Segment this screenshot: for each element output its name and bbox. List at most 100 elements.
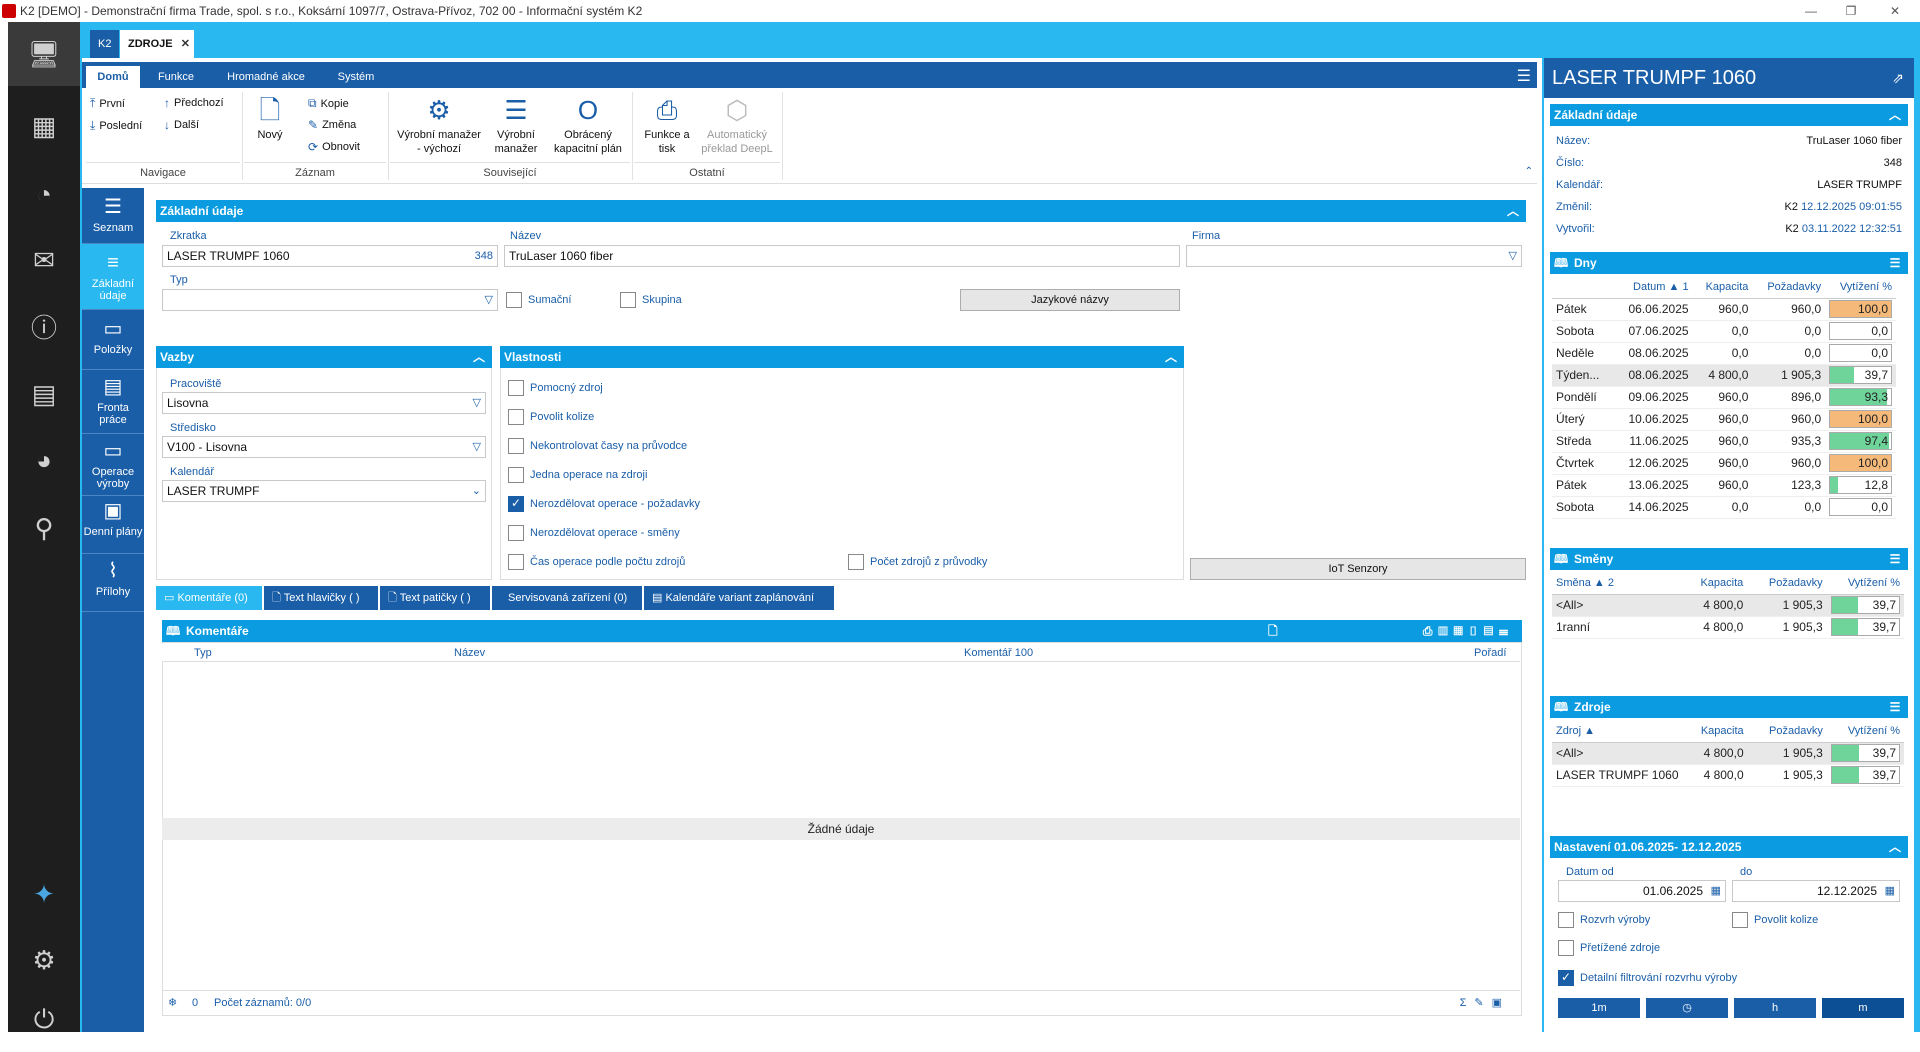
table-row[interactable]: Pátek 06.06.2025 960,0 960,0 100,0 <box>1552 298 1896 321</box>
table-row[interactable]: Pátek 13.06.2025 960,0 123,3 12,8 <box>1552 474 1896 497</box>
column-header[interactable]: Kapacita <box>1682 720 1748 743</box>
ribbon-menu-icon[interactable]: ☰ <box>1517 66 1531 86</box>
copy-button[interactable]: ⧉ Kopie <box>308 96 349 111</box>
range-1m-button[interactable]: 1m <box>1558 998 1640 1018</box>
history-icon[interactable]: ◔ <box>8 162 80 226</box>
column-header[interactable]: Požadavky <box>1752 276 1826 299</box>
tab-footer-text[interactable]: 🗋 Text patičky ( ) <box>380 586 490 610</box>
date-from-field[interactable]: 01.06.2025 ▦ <box>1558 880 1726 902</box>
new-button[interactable]: 🗋 Nový <box>250 94 290 142</box>
range-h-button[interactable]: h <box>1734 998 1816 1018</box>
nav-attachments[interactable]: ⌇ Přílohy <box>82 554 144 612</box>
maximize-button[interactable]: ❐ <box>1836 0 1866 22</box>
collapse-icon[interactable]: ︿ <box>1886 104 1904 126</box>
col-comment[interactable]: Komentář 100 <box>964 644 1033 662</box>
column-header[interactable]: Zdroj ▲ <box>1552 720 1683 743</box>
column-header[interactable]: Směna ▲ 2 <box>1552 572 1682 595</box>
table-row[interactable]: Neděle 08.06.2025 0,0 0,0 0,0 <box>1552 342 1896 365</box>
desktop-icon[interactable]: 🖥 <box>8 22 80 86</box>
language-names-button[interactable]: Jazykové názvy <box>960 289 1180 311</box>
nav-list[interactable]: ☰ Seznam <box>82 188 144 244</box>
minimize-button[interactable]: — <box>1796 0 1826 22</box>
collapse-icon[interactable]: ︿ <box>1886 836 1904 858</box>
production-manager-button[interactable]: ☰ Výrobní manažer <box>486 94 546 156</box>
property-checkbox[interactable] <box>508 380 524 396</box>
nav-work-queue[interactable]: ▤ Fronta práce <box>82 370 144 434</box>
ribbon-tab-functions[interactable]: Funkce <box>146 66 206 88</box>
count-from-order-checkbox[interactable] <box>848 554 864 570</box>
table-row[interactable]: Sobota 14.06.2025 0,0 0,0 0,0 <box>1552 496 1896 519</box>
popout-icon[interactable]: ⇗ <box>1892 58 1904 98</box>
col-order[interactable]: Pořadí <box>1474 644 1506 662</box>
property-checkbox[interactable] <box>508 438 524 454</box>
messages-icon[interactable]: ✉ <box>8 228 80 292</box>
filter-icon[interactable]: ❄ <box>168 991 177 1015</box>
change-button[interactable]: ✎ Změna <box>308 118 356 132</box>
footer-tools-icons[interactable]: Σ✎▣ <box>1460 991 1510 1015</box>
calendar-icon[interactable]: ▤ <box>8 362 80 426</box>
col-type[interactable]: Typ <box>194 644 212 662</box>
table-row[interactable]: Čtvrtek 12.06.2025 960,0 960,0 100,0 <box>1552 452 1896 475</box>
center-select[interactable]: V100 - Lisovna ▽ <box>162 436 486 458</box>
table-row[interactable]: <All> 4 800,0 1 905,3 39,7 <box>1552 594 1904 617</box>
type-select[interactable]: ▽ <box>162 289 498 311</box>
pie-chart-icon[interactable]: ◕ <box>8 428 80 492</box>
name-field[interactable]: TruLaser 1060 fiber <box>504 245 1180 267</box>
info-icon[interactable]: ⓘ <box>8 294 80 358</box>
deepl-translate-button[interactable]: ⬡ Automatický překlad DeepL <box>696 94 778 156</box>
calendar-icon[interactable]: ▦ <box>1885 881 1895 901</box>
table-row[interactable]: LASER TRUMPF 1060 4 800,0 1 905,3 39,7 <box>1552 764 1904 787</box>
tab-serviced-devices[interactable]: Servisovaná zařízení (0) <box>492 586 642 610</box>
clock-button[interactable]: ◷ <box>1646 998 1728 1018</box>
power-icon[interactable]: ⏻ <box>8 988 80 1052</box>
iot-sensors-button[interactable]: IoT Senzory <box>1190 558 1526 580</box>
column-header[interactable] <box>1552 276 1613 299</box>
reverse-capacity-plan-button[interactable]: Ο Obrácený kapacitní plán <box>548 94 628 156</box>
collapse-icon[interactable]: ︿ <box>1504 200 1522 222</box>
apps-grid-icon[interactable]: ▦ <box>8 94 80 158</box>
refresh-button[interactable]: ⟳ Obnovit <box>308 140 360 154</box>
collapse-ribbon-icon[interactable]: ⌃ <box>1525 166 1533 177</box>
property-checkbox[interactable] <box>508 496 524 512</box>
date-to-field[interactable]: 12.12.2025 ▦ <box>1732 880 1900 902</box>
firm-select[interactable]: ▽ <box>1186 245 1522 267</box>
last-button[interactable]: ⤓ Poslední <box>90 118 142 133</box>
nav-operations[interactable]: ▭ Operace výroby <box>82 434 144 496</box>
column-header[interactable]: Datum ▲ 1 <box>1612 276 1693 299</box>
nav-items[interactable]: ▭ Položky <box>82 310 144 370</box>
table-row[interactable]: Pondělí 09.06.2025 960,0 896,0 93,3 <box>1552 386 1896 409</box>
network-icon[interactable]: ⚲ <box>8 496 80 560</box>
ribbon-tab-bulk[interactable]: Hromadné akce <box>216 66 316 88</box>
table-row[interactable]: Středa 11.06.2025 960,0 935,3 97,4 <box>1552 430 1896 453</box>
column-header[interactable]: Vytížení % <box>1825 276 1896 299</box>
table-row[interactable]: <All> 4 800,0 1 905,3 39,7 <box>1552 742 1904 765</box>
table-row[interactable]: Úterý 10.06.2025 960,0 960,0 100,0 <box>1552 408 1896 431</box>
first-button[interactable]: ⤒ První <box>90 96 125 111</box>
next-button[interactable]: ↓ Další <box>164 118 199 132</box>
column-header[interactable]: Kapacita <box>1682 572 1748 595</box>
calendar-select[interactable]: LASER TRUMPF ⌄ <box>162 480 486 502</box>
column-header[interactable]: Požadavky <box>1747 720 1827 743</box>
new-record-icon[interactable]: 🗋 <box>1268 620 1278 642</box>
workplace-select[interactable]: Lisovna ▽ <box>162 392 486 414</box>
close-window-button[interactable]: ✕ <box>1880 0 1910 22</box>
property-checkbox[interactable] <box>508 409 524 425</box>
settings-icon[interactable]: ⚙ <box>8 928 80 992</box>
functions-print-button[interactable]: ⎙ Funkce a tisk <box>638 94 696 156</box>
table-row[interactable]: Sobota 07.06.2025 0,0 0,0 0,0 <box>1552 320 1896 343</box>
tab-header-text[interactable]: 🗋 Text hlavičky ( ) <box>264 586 378 610</box>
column-header[interactable]: Vytížení % <box>1826 720 1904 743</box>
group-checkbox[interactable] <box>620 292 636 308</box>
production-manager-default-button[interactable]: ⚙ Výrobní manažer - výchozí <box>392 94 486 156</box>
ribbon-tab-system[interactable]: Systém <box>326 66 386 88</box>
col-name[interactable]: Název <box>454 644 485 662</box>
tab-comments[interactable]: ▭ Komentáře (0) <box>156 586 262 610</box>
sum-checkbox[interactable] <box>506 292 522 308</box>
column-header[interactable]: Vytížení % <box>1826 572 1904 595</box>
property-checkbox[interactable] <box>508 467 524 483</box>
range-m-button[interactable]: m <box>1822 998 1904 1018</box>
collapse-icon[interactable]: ︿ <box>470 346 488 368</box>
previous-button[interactable]: ↑ Předchozí <box>164 96 224 110</box>
detail-filter-checkbox[interactable] <box>1558 970 1574 986</box>
table-row[interactable]: 1ranní 4 800,0 1 905,3 39,7 <box>1552 616 1904 639</box>
